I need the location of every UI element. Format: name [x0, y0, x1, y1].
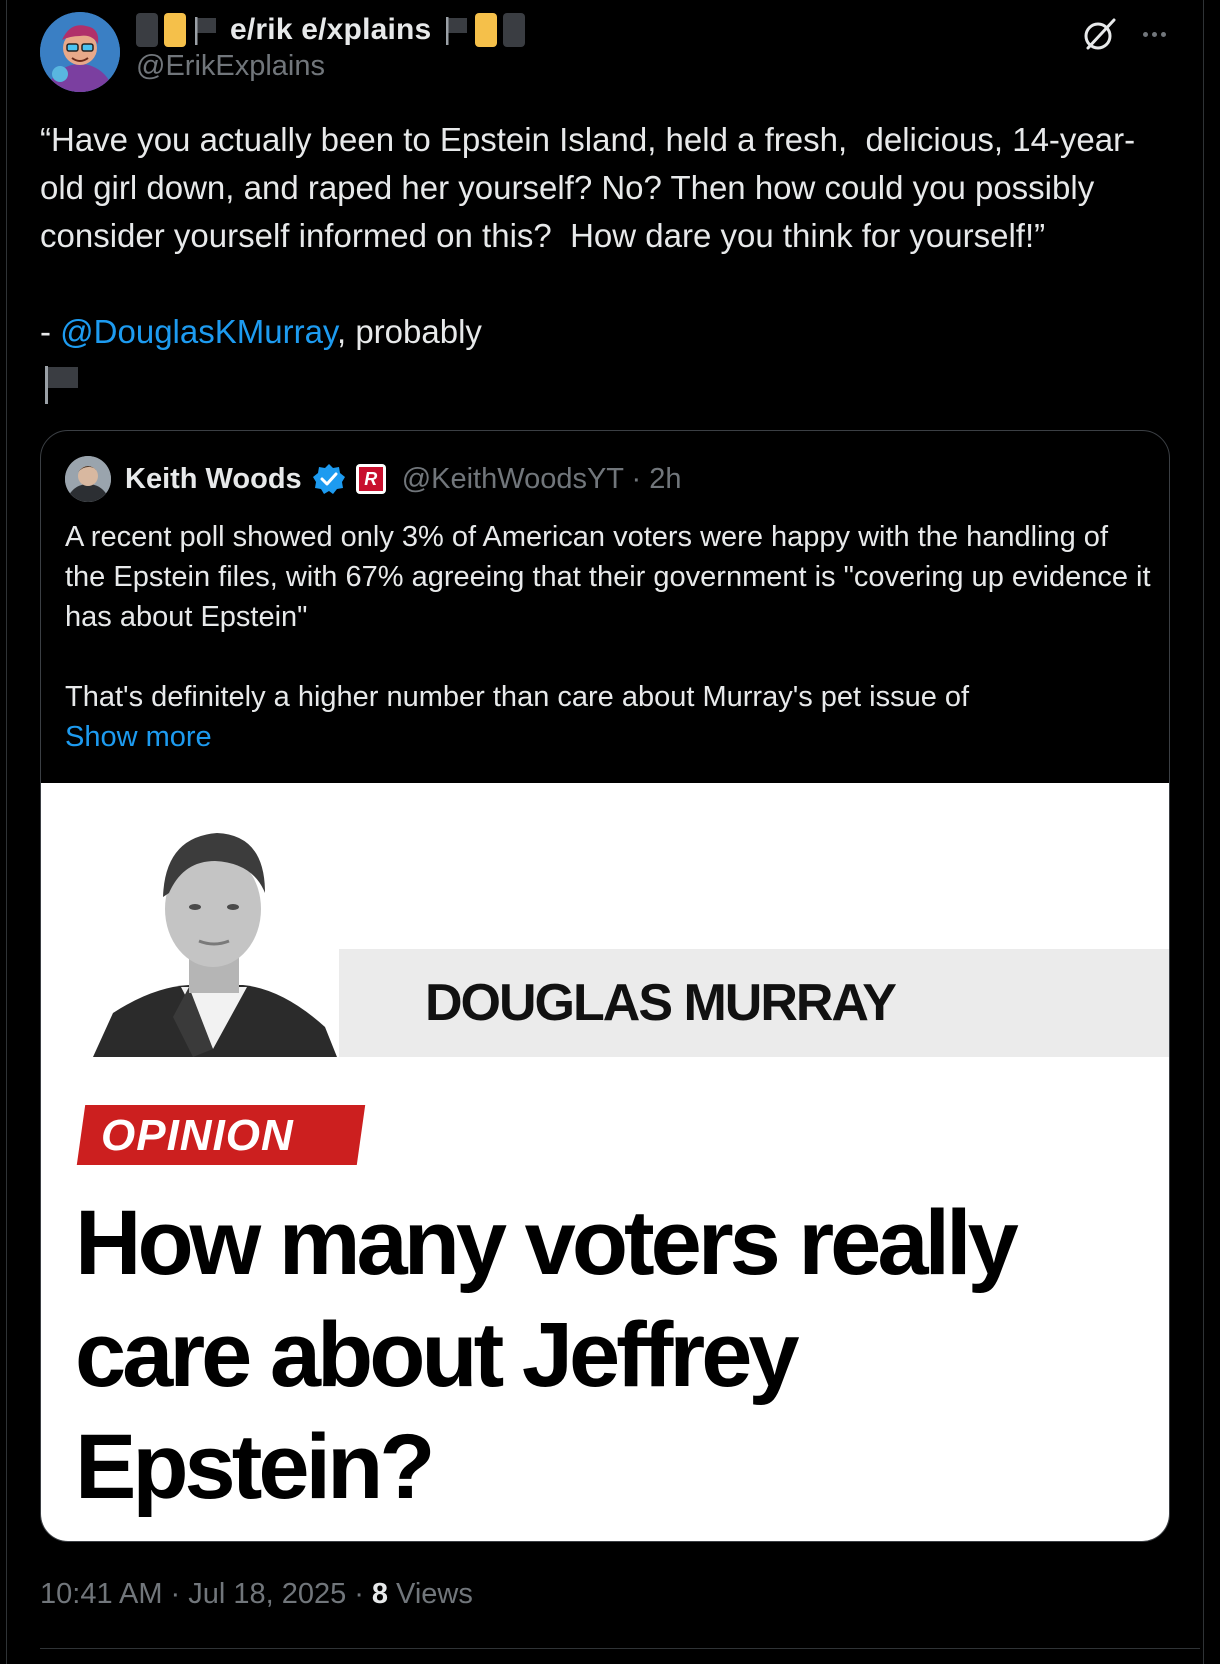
- tweet-time[interactable]: 10:41 AM: [40, 1578, 163, 1611]
- portrait-photo: [93, 833, 337, 1057]
- views-count: 8: [371, 1578, 389, 1610]
- mention-link[interactable]: @DouglasKMurray: [60, 313, 337, 350]
- byline-band: DOUGLAS MURRAY: [339, 949, 1169, 1057]
- black-flag-icon: [45, 366, 78, 404]
- views-label: Views: [396, 1578, 473, 1610]
- tweet-signature: - @DouglasKMurray, probably: [40, 308, 482, 356]
- author-name-row[interactable]: e/rik e/xplains: [136, 10, 526, 50]
- separator: ·: [170, 1578, 181, 1610]
- grok-icon[interactable]: [1080, 14, 1120, 54]
- quoted-media-image[interactable]: DOUGLAS MURRAY OPINION How many voters r…: [41, 783, 1169, 1541]
- separator: ·: [354, 1578, 364, 1610]
- yellow-square-emoji: [475, 13, 498, 47]
- author-avatar[interactable]: [40, 12, 120, 92]
- quoted-author-name[interactable]: Keith Woods: [125, 463, 302, 496]
- quoted-handle-time[interactable]: @KeithWoodsYT · 2h: [402, 463, 682, 496]
- dark-square-emoji: [136, 13, 158, 47]
- affiliate-badge-icon: R: [355, 464, 386, 494]
- quoted-text-continued: That's definitely a higher number than c…: [65, 681, 970, 713]
- yellow-square-emoji: [164, 13, 186, 47]
- dark-square-emoji: [503, 13, 526, 47]
- verified-icon: [312, 464, 345, 494]
- author-handle[interactable]: @ErikExplains: [136, 50, 325, 83]
- quoted-text: A recent poll showed only 3% of American…: [65, 521, 1151, 633]
- divider: [40, 1648, 1200, 1649]
- article-headline: How many voters really care about Jeffre…: [75, 1192, 1019, 1518]
- tweet-date[interactable]: Jul 18, 2025: [188, 1578, 346, 1611]
- black-flag-icon: [195, 17, 216, 45]
- black-flag-icon: [446, 17, 468, 45]
- quoted-header: Keith Woods R @KeithWoodsYT · 2h: [65, 455, 682, 503]
- opinion-tag: OPINION: [101, 1111, 294, 1160]
- sig-suffix: , probably: [336, 313, 482, 350]
- show-more-link[interactable]: Show more: [65, 717, 212, 757]
- quoted-tweet[interactable]: Keith Woods R @KeithWoodsYT · 2h A recen…: [40, 430, 1170, 1542]
- quoted-avatar[interactable]: [65, 456, 111, 502]
- tweet-text: “Have you actually been to Epstein Islan…: [40, 121, 1136, 254]
- sig-prefix: -: [40, 313, 61, 350]
- more-icon[interactable]: [1134, 14, 1174, 54]
- byline-text: DOUGLAS MURRAY: [425, 974, 897, 1032]
- author-display-name[interactable]: e/rik e/xplains: [230, 13, 431, 47]
- tweet-meta: 10:41 AM · Jul 18, 2025 · 8 Views: [40, 1578, 473, 1611]
